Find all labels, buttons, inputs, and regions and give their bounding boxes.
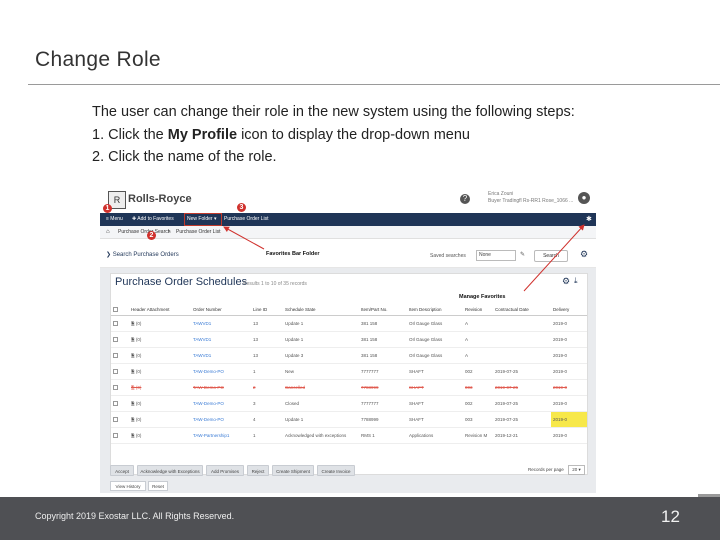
app-screenshot: R Rolls-Royce ? Erica Zouni Buyer Tradin… <box>100 187 596 493</box>
instruction-step-2: 2. Click the name of the role. <box>92 149 277 165</box>
title-divider <box>28 84 720 85</box>
favorites-folder-arrow <box>223 226 265 250</box>
instruction-intro: The user can change their role in the ne… <box>92 104 575 120</box>
instruction-step-1: 1. Click the My Profile icon to display … <box>92 124 575 147</box>
slide-title: Change Role <box>35 48 161 71</box>
slide-footer: Copyright 2019 Exostar LLC. All Rights R… <box>0 497 720 540</box>
annotation-arrows <box>223 224 585 292</box>
step-1-suffix: icon to display the drop-down menu <box>237 126 470 143</box>
copyright: Copyright 2019 Exostar LLC. All Rights R… <box>35 511 235 521</box>
instructions: The user can change their role in the ne… <box>92 101 575 169</box>
step-1-prefix: 1. Click the <box>92 126 168 143</box>
page-number: 12 <box>661 507 680 526</box>
manage-favorites-arrow <box>523 224 585 292</box>
step-1-bold: My Profile <box>167 126 238 143</box>
